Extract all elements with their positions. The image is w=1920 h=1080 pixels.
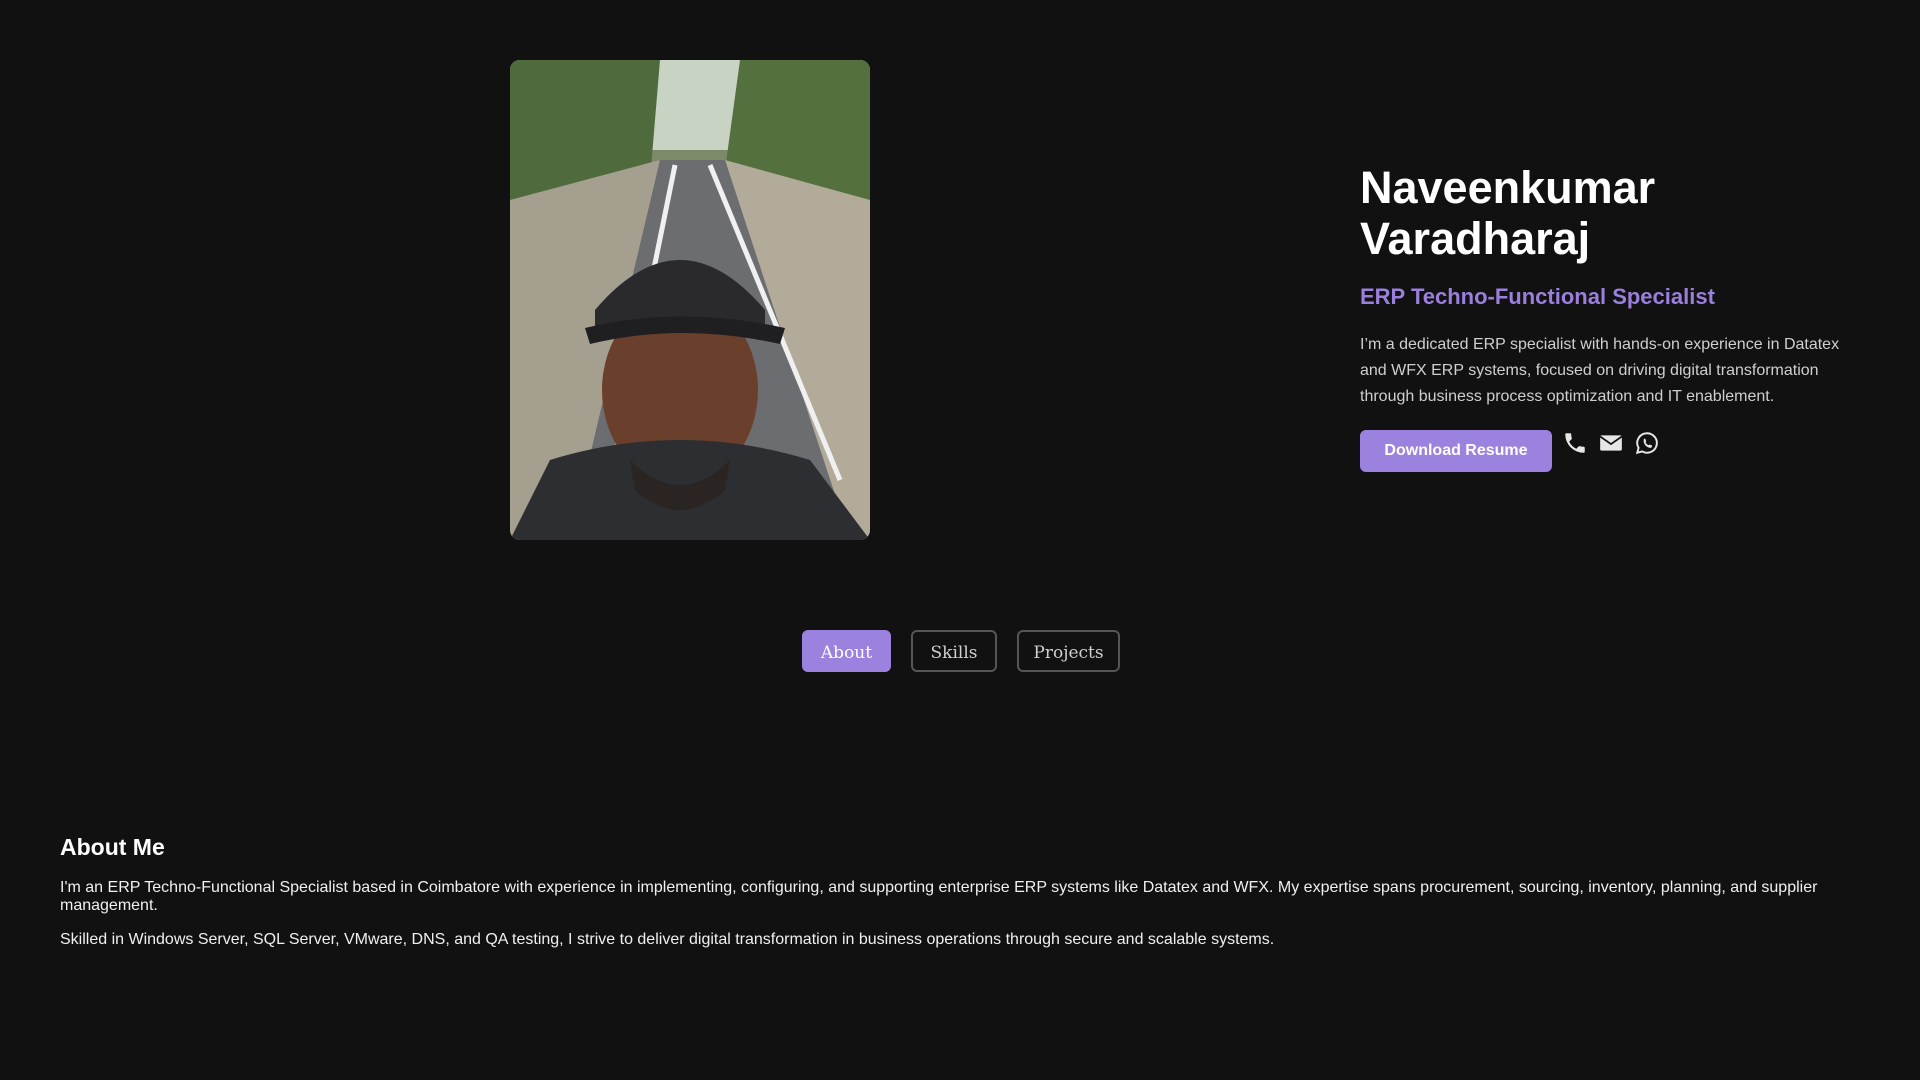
about-heading: About Me: [60, 834, 165, 860]
about-paragraph: Skilled in Windows Server, SQL Server, V…: [60, 931, 1275, 948]
hero-text: Naveenkumar Varadharaj ERP Techno-Functi…: [1360, 162, 1860, 472]
phone-icon[interactable]: [1562, 430, 1588, 456]
action-row: Download Resume: [1360, 430, 1860, 472]
bio-text: I’m a dedicated ERP specialist with hand…: [1360, 336, 1840, 405]
download-resume-button[interactable]: Download Resume: [1360, 430, 1552, 472]
profile-photo: [510, 60, 870, 540]
envelope-icon[interactable]: [1598, 430, 1624, 456]
tab-projects[interactable]: Projects: [1017, 630, 1120, 672]
tab-about[interactable]: About: [802, 630, 891, 672]
tab-skills[interactable]: Skills: [911, 630, 997, 672]
section-tabs: About Skills Projects: [802, 630, 1140, 672]
role-subtitle: ERP Techno-Functional Specialist: [1360, 284, 1715, 309]
page-title: Naveenkumar Varadharaj: [1360, 162, 1656, 264]
about-section: About Me I'm an ERP Techno-Functional Sp…: [60, 834, 1860, 949]
whatsapp-icon[interactable]: [1634, 430, 1660, 456]
about-paragraph: I'm an ERP Techno-Functional Specialist …: [60, 879, 1818, 914]
